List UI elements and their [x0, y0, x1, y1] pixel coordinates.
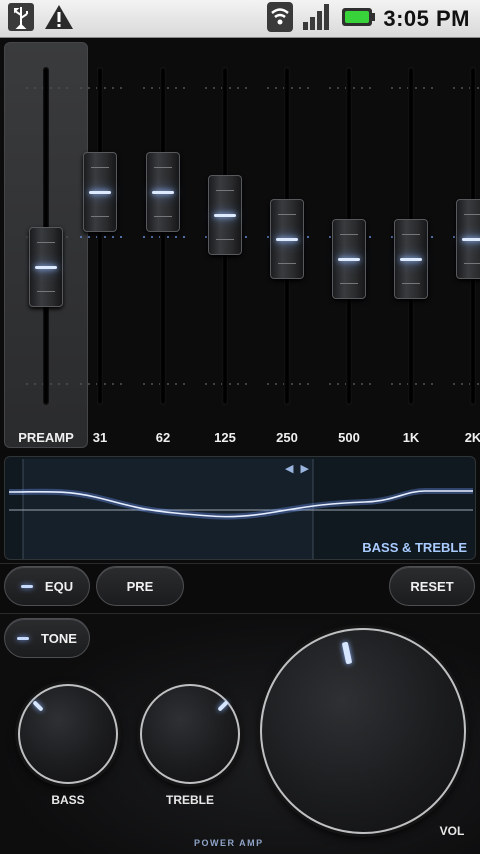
- band-label: 62: [155, 430, 171, 445]
- eq-controls-row: EQU PRE RESET: [0, 566, 480, 610]
- knob-marker: [32, 700, 44, 712]
- slider-thumb[interactable]: [394, 219, 428, 300]
- wifi-icon: [267, 1, 294, 37]
- knob-marker: [341, 641, 353, 665]
- clock: 3:05 PM: [383, 6, 470, 31]
- visible-range-window: [23, 459, 313, 559]
- equ-button-label: EQU: [44, 578, 74, 594]
- slider-thumb[interactable]: [208, 175, 242, 256]
- slider-thumb[interactable]: [456, 198, 480, 279]
- eq-band-31[interactable]: 31: [68, 40, 132, 450]
- tone-button-label: TONE: [41, 630, 77, 646]
- usb-icon: [8, 2, 34, 36]
- knob-marker: [217, 700, 229, 712]
- band-label: 250: [276, 430, 298, 445]
- divider: [0, 563, 480, 564]
- slider-thumb[interactable]: [83, 152, 117, 233]
- volume-label: VOL: [439, 824, 465, 838]
- eq-curve-graph[interactable]: ◀ ▶ BASS & TREBLE: [4, 456, 476, 560]
- slider-thumb[interactable]: [146, 152, 180, 233]
- band-label: 31: [92, 430, 108, 445]
- signal-icon: [301, 2, 333, 37]
- volume-knob[interactable]: [260, 628, 466, 834]
- tone-panel: TONE BASS TREBLE VOL: [0, 614, 480, 854]
- band-label: 500: [338, 430, 360, 445]
- eq-band-62[interactable]: 62: [131, 40, 195, 450]
- pre-button[interactable]: PRE: [96, 566, 184, 606]
- bass-label: BASS: [51, 793, 85, 807]
- eq-band-500[interactable]: 500: [317, 40, 381, 450]
- slider-thumb[interactable]: [332, 219, 366, 300]
- band-label: 125: [214, 430, 236, 445]
- slider-thumb[interactable]: [270, 198, 304, 279]
- warning-icon: [44, 3, 74, 36]
- scroll-arrows-icon[interactable]: ◀ ▶: [285, 462, 311, 475]
- equ-button[interactable]: EQU: [4, 566, 90, 606]
- battery-icon: [341, 5, 376, 34]
- reset-button-label: RESET: [410, 578, 454, 594]
- graph-title: BASS & TREBLE: [362, 540, 467, 555]
- eq-band-125[interactable]: 125: [193, 40, 257, 450]
- eq-band-2k[interactable]: 2K: [441, 40, 480, 450]
- band-label: 2K: [464, 430, 480, 445]
- eq-band-250[interactable]: 250: [255, 40, 319, 450]
- treble-label: TREBLE: [166, 793, 214, 807]
- app-logo: POWER AMP: [194, 838, 264, 848]
- eq-band-1k[interactable]: 1K: [379, 40, 443, 450]
- slider-track: [97, 67, 103, 405]
- status-bar: 3:05 PM: [0, 0, 480, 38]
- toggle-indicator-icon: [17, 636, 30, 640]
- slider-thumb[interactable]: [29, 226, 63, 307]
- equalizer-panel: PREAMP 31 62 125 250 500 1K 2K: [0, 40, 480, 450]
- slider-track: [160, 67, 166, 405]
- band-label: 1K: [402, 430, 420, 445]
- treble-knob[interactable]: [140, 684, 240, 784]
- tone-button[interactable]: TONE: [4, 618, 90, 658]
- toggle-indicator-icon: [20, 584, 33, 588]
- reset-button[interactable]: RESET: [389, 566, 475, 606]
- pre-button-label: PRE: [126, 578, 154, 594]
- bass-knob[interactable]: [18, 684, 118, 784]
